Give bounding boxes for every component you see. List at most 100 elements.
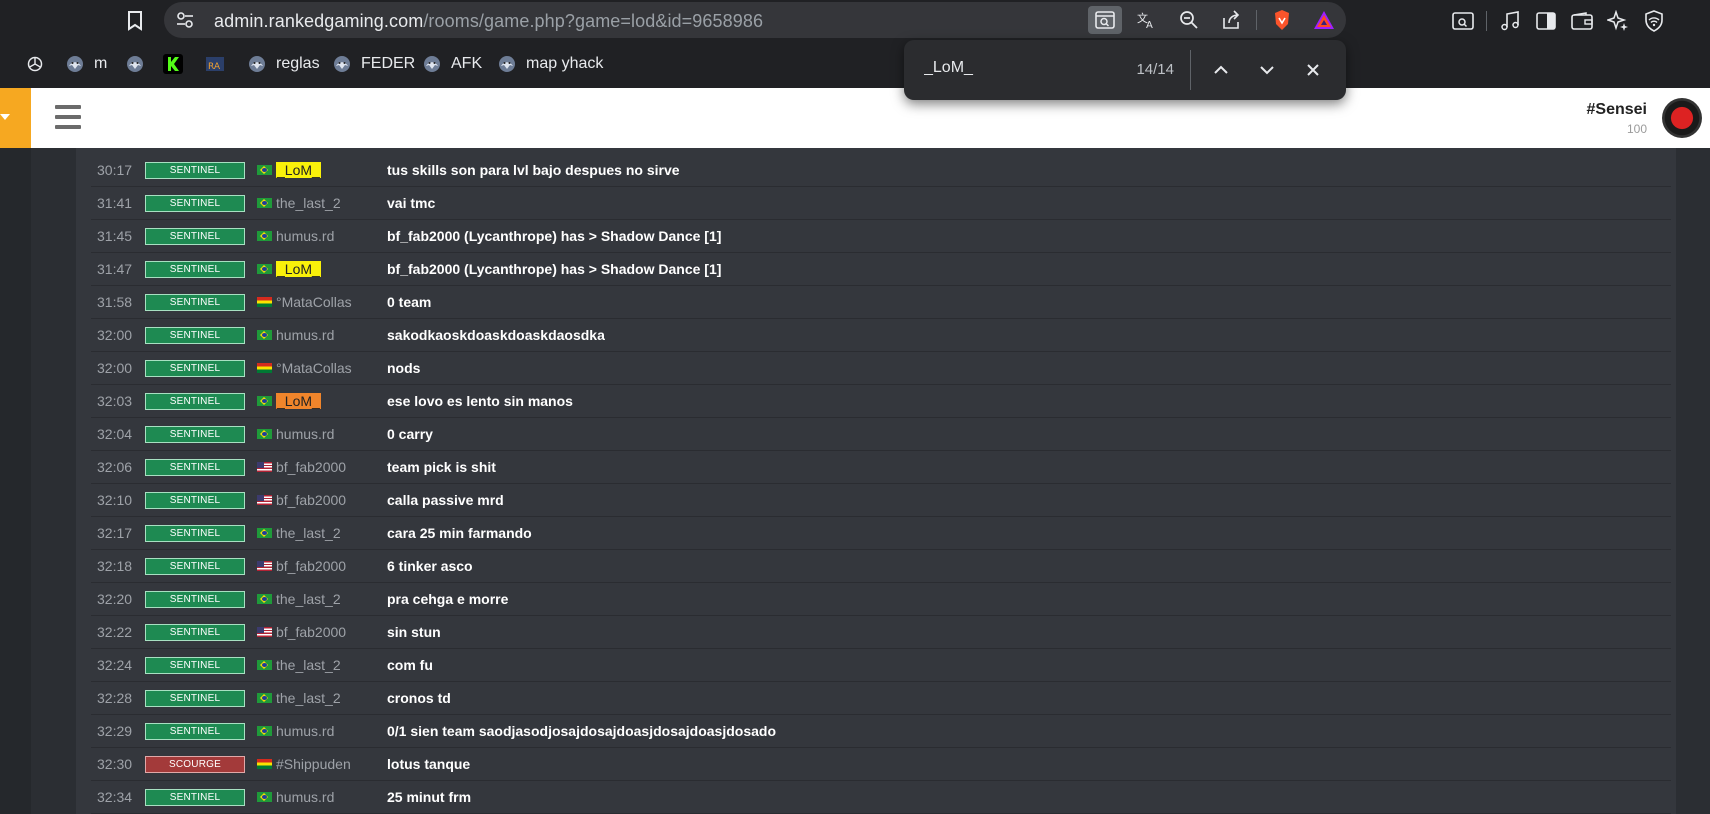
player-name[interactable]: the_last_2 — [276, 195, 341, 211]
brave-rewards-icon[interactable] — [1307, 6, 1341, 34]
sidebar-icon[interactable] — [1533, 8, 1559, 34]
chat-row: 30:17 SENTINEL _LoM_ tus skills son para lv… — [91, 154, 1671, 187]
find-input[interactable] — [924, 59, 1124, 77]
chat-message: cronos td — [387, 690, 451, 706]
player-name[interactable]: humus.rd — [276, 723, 334, 739]
zoom-icon[interactable] — [1172, 6, 1206, 34]
team-badge: SENTINEL — [145, 360, 245, 377]
close-icon[interactable] — [1300, 57, 1326, 83]
team-badge: SENTINEL — [145, 459, 245, 476]
svg-text:A: A — [1146, 20, 1153, 29]
player-name[interactable]: _LoM_ — [276, 261, 321, 277]
bookmark-label: map yhack — [526, 55, 604, 72]
url-path: /rooms/game.php?game=lod&id=9658986 — [423, 11, 764, 31]
avatar[interactable] — [1662, 98, 1702, 138]
flag-br-icon — [257, 330, 272, 340]
bookmark-reglas[interactable]: reglas — [246, 53, 320, 75]
chat-message: sakodkaoskdoaskdoaskdaosdka — [387, 327, 605, 343]
chat-row: 32:18 SENTINEL bf_fab2000 6 tinker asco — [91, 550, 1671, 583]
flag-us-icon — [257, 462, 272, 472]
chat-message: vai tmc — [387, 195, 436, 211]
player-name[interactable]: #Shippuden — [276, 756, 351, 772]
chatgpt-icon — [24, 53, 46, 75]
player-name[interactable]: the_last_2 — [276, 657, 341, 673]
player-name[interactable]: bf_fab2000 — [276, 492, 346, 508]
translate-icon[interactable]: 文A — [1130, 6, 1164, 34]
find-bar: 14/14 — [904, 40, 1346, 100]
team-badge: SENTINEL — [145, 492, 245, 509]
player-name[interactable]: humus.rd — [276, 228, 334, 244]
flag-br-icon — [257, 693, 272, 703]
chat-time: 32:04 — [97, 426, 133, 442]
flag-br-icon — [257, 528, 272, 538]
chat-time: 30:17 — [97, 162, 133, 178]
reading-mode-icon[interactable] — [1450, 8, 1476, 34]
bookmark-feder[interactable]: FEDER — [331, 53, 415, 75]
player-name[interactable]: humus.rd — [276, 327, 334, 343]
app-header: #Sensei 100 — [0, 88, 1710, 148]
chat-message: lotus tanque — [387, 756, 471, 772]
bookmark-rg[interactable]: RA — [204, 53, 234, 75]
team-badge: SENTINEL — [145, 525, 245, 542]
bookmark-icon[interactable] — [124, 10, 146, 32]
url-text[interactable]: admin.rankedgaming.com/rooms/game.php?ga… — [214, 11, 763, 32]
menu-toggle-tab[interactable] — [0, 88, 31, 148]
flag-br-icon — [257, 231, 272, 241]
player-name[interactable]: humus.rd — [276, 426, 334, 442]
leo-ai-icon[interactable] — [1605, 8, 1631, 34]
flag-us-icon — [257, 627, 272, 637]
player-name[interactable]: _LoM_ — [276, 393, 321, 409]
team-badge: SENTINEL — [145, 591, 245, 608]
team-badge: SENTINEL — [145, 426, 245, 443]
site-settings-icon[interactable] — [176, 11, 194, 29]
flag-br-icon — [257, 726, 272, 736]
chat-message: cara 25 min farmando — [387, 525, 532, 541]
chevron-up-icon[interactable] — [1208, 57, 1234, 83]
user-name[interactable]: #Sensei — [1587, 101, 1647, 119]
bookmarks-bar: m RA reglas FEDER AFK map yhack — [0, 44, 1710, 116]
chat-row: 32:03 SENTINEL _LoM_ ese lovo es lento sin … — [91, 385, 1671, 418]
team-badge: SENTINEL — [145, 294, 245, 311]
player-name[interactable]: the_last_2 — [276, 525, 341, 541]
player-name[interactable]: °MataCollas — [276, 294, 352, 310]
share-icon[interactable] — [1214, 6, 1248, 34]
player-name[interactable]: the_last_2 — [276, 690, 341, 706]
chat-message: tus skills son para lvl bajo despues no … — [387, 162, 680, 178]
media-icon[interactable] — [1497, 8, 1523, 34]
wolf-icon — [246, 53, 268, 75]
address-bar[interactable]: admin.rankedgaming.com/rooms/game.php?ga… — [164, 2, 1346, 38]
bookmark-k[interactable] — [162, 53, 192, 75]
chat-message: bf_fab2000 (Lycanthrope) has > Shadow Da… — [387, 261, 722, 277]
wallet-icon[interactable] — [1569, 8, 1595, 34]
url-host: admin.rankedgaming.com — [214, 11, 424, 31]
svg-text:RA: RA — [208, 62, 221, 72]
flag-us-icon — [257, 495, 272, 505]
player-name[interactable]: humus.rd — [276, 789, 334, 805]
player-name[interactable]: the_last_2 — [276, 591, 341, 607]
chat-time: 32:22 — [97, 624, 133, 640]
find-in-page-icon[interactable] — [1088, 6, 1122, 34]
chat-message: 0/1 sien team saodjasodjosajdosajdoasjdo… — [387, 723, 777, 739]
flag-br-icon — [257, 264, 272, 274]
chevron-down-icon[interactable] — [1254, 57, 1280, 83]
wolf-icon — [421, 53, 443, 75]
team-badge: SCOURGE — [145, 756, 245, 773]
bookmark-map-yhack[interactable]: map yhack — [496, 53, 603, 75]
player-name[interactable]: bf_fab2000 — [276, 459, 346, 475]
chat-time: 32:00 — [97, 327, 133, 343]
player-name[interactable]: bf_fab2000 — [276, 624, 346, 640]
chat-row: 32:10 SENTINEL bf_fab2000 calla passive mrd — [91, 484, 1671, 517]
player-name[interactable]: _LoM_ — [276, 162, 321, 178]
player-name[interactable]: °MataCollas — [276, 360, 352, 376]
bookmark-chatgpt[interactable] — [24, 53, 54, 75]
vpn-icon[interactable] — [1641, 8, 1667, 34]
bookmark-afk[interactable]: AFK — [421, 53, 482, 75]
hamburger-menu-icon[interactable] — [55, 105, 81, 129]
bookmark-m[interactable]: m — [64, 53, 107, 75]
bookmark-wolf[interactable] — [124, 53, 154, 75]
find-match-count: 14/14 — [1136, 61, 1174, 78]
chat-time: 31:45 — [97, 228, 133, 244]
brave-shield-icon[interactable] — [1265, 6, 1299, 34]
player-name[interactable]: bf_fab2000 — [276, 558, 346, 574]
chat-message: com fu — [387, 657, 433, 673]
